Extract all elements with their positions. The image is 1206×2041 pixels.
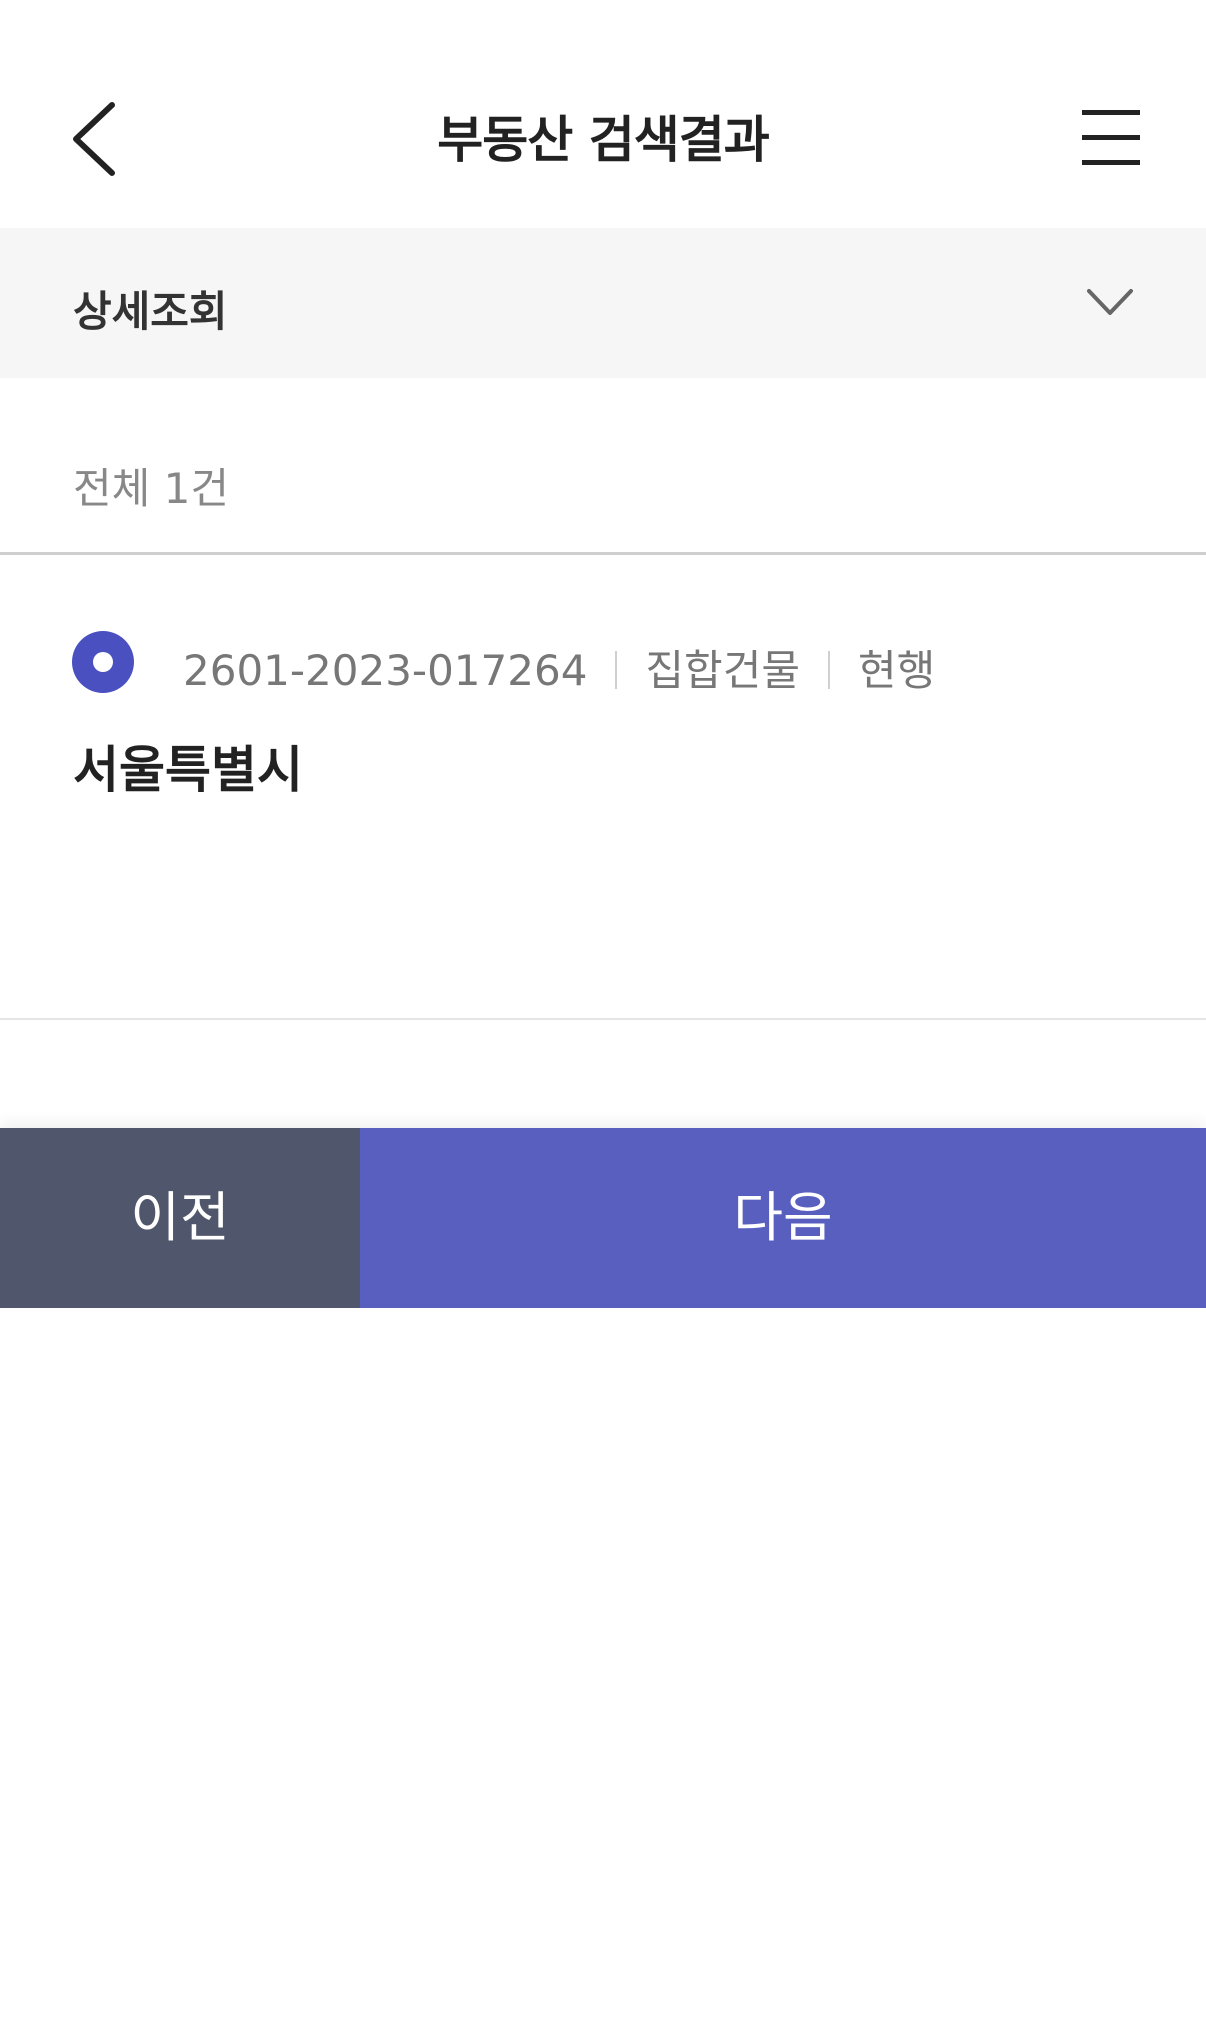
prev-button[interactable]: 이전	[0, 1128, 360, 1308]
property-address: 서울특별시	[73, 727, 1143, 813]
next-button[interactable]: 다음	[360, 1128, 1206, 1308]
bottom-button-bar: 이전 다음	[0, 1128, 1206, 1308]
chevron-down-icon	[1087, 289, 1133, 315]
result-item[interactable]: 2601-2023-017264 집합건물 현행 서울특별시	[0, 555, 1206, 1020]
separator	[615, 651, 618, 689]
page-title: 부동산 검색결과	[437, 111, 769, 169]
property-status: 현행	[857, 646, 936, 695]
address-line-1: 서울특별시	[73, 741, 303, 799]
result-total-count: 전체 1건	[73, 464, 229, 513]
separator	[827, 651, 830, 689]
hamburger-menu-icon	[1082, 160, 1140, 165]
app-header: 부동산 검색결과	[0, 0, 1206, 228]
hamburger-menu-icon	[1082, 135, 1140, 140]
registry-number: 2601-2023-017264	[183, 646, 588, 695]
property-type: 집합건물	[645, 646, 800, 695]
radio-selected-icon[interactable]	[72, 631, 134, 693]
detail-view-label: 상세조회	[73, 287, 228, 336]
menu-button[interactable]	[1070, 100, 1150, 180]
divider	[0, 1018, 1206, 1020]
result-meta: 2601-2023-017264 집합건물 현행	[183, 637, 935, 698]
detail-view-toggle[interactable]: 상세조회	[0, 228, 1206, 378]
hamburger-menu-icon	[1082, 110, 1140, 115]
